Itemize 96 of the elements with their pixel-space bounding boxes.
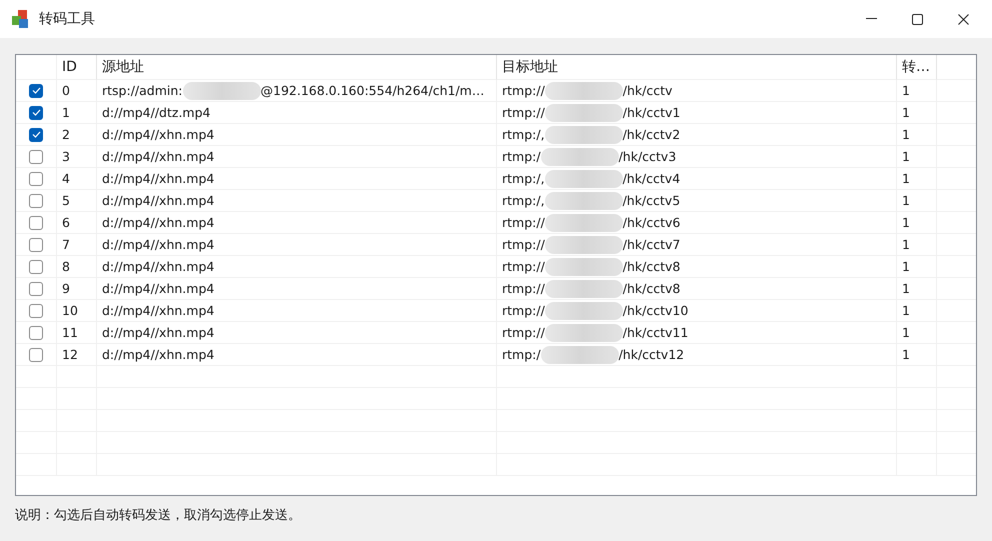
row-checkbox[interactable]	[29, 150, 43, 164]
minimize-icon	[866, 18, 876, 20]
table-cell: 7	[57, 234, 97, 256]
table-cell: 1	[897, 234, 937, 256]
table-cell: 9	[57, 278, 97, 300]
note-text: 说明：勾选后自动转码发送，取消勾选停止发送。	[15, 507, 302, 524]
column-header[interactable]: 转…	[897, 55, 937, 80]
source-address: d://mp4//xhn.mp4	[102, 325, 214, 340]
table-cell: 1	[897, 278, 937, 300]
table-cell: 1	[57, 102, 97, 124]
row-checkbox[interactable]	[29, 326, 43, 340]
target-address: /hk/cctv8	[622, 281, 680, 296]
target-address: rtmp:/,	[502, 193, 545, 208]
target-address: /hk/cctv2	[622, 127, 680, 142]
table-cell: 1	[897, 212, 937, 234]
source-address: d://mp4//xhn.mp4	[102, 281, 214, 296]
target-address: rtmp:/,	[502, 171, 545, 186]
source-address: d://mp4//dtz.mp4	[102, 105, 210, 120]
maximize-icon	[912, 14, 922, 24]
target-address: /hk/cctv1	[622, 105, 680, 120]
source-address: rtsp://admin:	[102, 83, 182, 98]
table-cell: 6	[57, 212, 97, 234]
row-checkbox[interactable]	[29, 216, 43, 230]
table-cell: 3	[57, 146, 97, 168]
table-cell: 12	[57, 344, 97, 366]
window-title: 转码工具	[39, 10, 96, 28]
target-address: /hk/cctv6	[622, 215, 680, 230]
source-address: d://mp4//xhn.mp4	[102, 171, 214, 186]
table-cell: 10	[57, 300, 97, 322]
target-address: /hk/cctv11	[622, 325, 688, 340]
source-address: d://mp4//xhn.mp4	[102, 149, 214, 164]
target-address: /hk/cctv5	[622, 193, 680, 208]
row-checkbox[interactable]	[29, 282, 43, 296]
table-cell: 5	[57, 190, 97, 212]
target-address: rtmp:/	[502, 149, 541, 164]
row-checkbox[interactable]	[29, 238, 43, 252]
row-checkbox[interactable]	[29, 348, 43, 362]
empty-table-cell	[16, 388, 57, 410]
target-address: rtmp:/,	[502, 127, 545, 142]
table-cell: 1	[897, 168, 937, 190]
target-address: /hk/cctv3	[618, 149, 676, 164]
table-cell: 1	[897, 124, 937, 146]
table-cell: 1	[897, 256, 937, 278]
target-address: /hk/cctv	[622, 83, 672, 98]
table-cell: 0	[57, 80, 97, 102]
target-address: rtmp://	[502, 281, 545, 296]
row-checkbox[interactable]	[29, 304, 43, 318]
source-address: d://mp4//xhn.mp4	[102, 347, 214, 362]
empty-table-cell	[16, 432, 57, 454]
target-address: rtmp://	[502, 259, 545, 274]
target-address: rtmp://	[502, 83, 545, 98]
row-checkbox[interactable]	[29, 194, 43, 208]
check-icon	[32, 109, 40, 116]
target-address: /hk/cctv10	[622, 303, 688, 318]
column-header[interactable]: 目标地址	[497, 55, 897, 80]
app-icon	[10, 9, 30, 29]
table-cell: 11	[57, 322, 97, 344]
target-address: /hk/cctv4	[622, 171, 680, 186]
table-cell: 8	[57, 256, 97, 278]
target-address: rtmp://	[502, 215, 545, 230]
empty-table-cell	[16, 454, 57, 476]
check-icon	[32, 131, 40, 138]
close-icon	[958, 14, 968, 24]
row-checkbox[interactable]	[29, 128, 43, 142]
check-icon	[32, 87, 40, 94]
target-address: rtmp:/	[502, 347, 541, 362]
table-cell: 1	[897, 80, 937, 102]
table-cell: 1	[897, 146, 937, 168]
table-cell: 1	[897, 102, 937, 124]
table-cell: 4	[57, 168, 97, 190]
row-checkbox[interactable]	[29, 172, 43, 186]
row-checkbox[interactable]	[29, 260, 43, 274]
source-address: d://mp4//xhn.mp4	[102, 215, 214, 230]
source-address: d://mp4//xhn.mp4	[102, 127, 214, 142]
table-cell: 1	[897, 322, 937, 344]
row-checkbox[interactable]	[29, 84, 43, 98]
target-address: /hk/cctv8	[622, 259, 680, 274]
table-cell: 1	[897, 190, 937, 212]
table-cell: 1	[897, 300, 937, 322]
column-header[interactable]: 源地址	[97, 55, 497, 80]
source-address: d://mp4//xhn.mp4	[102, 193, 214, 208]
source-address: d://mp4//xhn.mp4	[102, 237, 214, 252]
target-address: rtmp://	[502, 237, 545, 252]
source-address: @192.168.0.160:554/h264/ch1/m…	[260, 83, 484, 98]
table-cell: 2	[57, 124, 97, 146]
row-checkbox[interactable]	[29, 106, 43, 120]
target-address: /hk/cctv7	[622, 237, 680, 252]
target-address: rtmp://	[502, 105, 545, 120]
target-address: rtmp://	[502, 303, 545, 318]
source-address: d://mp4//xhn.mp4	[102, 259, 214, 274]
table-cell: 1	[897, 344, 937, 366]
column-header[interactable]: ID	[57, 55, 97, 80]
target-address: rtmp://	[502, 325, 545, 340]
source-address: d://mp4//xhn.mp4	[102, 303, 214, 318]
empty-table-cell	[16, 410, 57, 432]
target-address: /hk/cctv12	[618, 347, 684, 362]
